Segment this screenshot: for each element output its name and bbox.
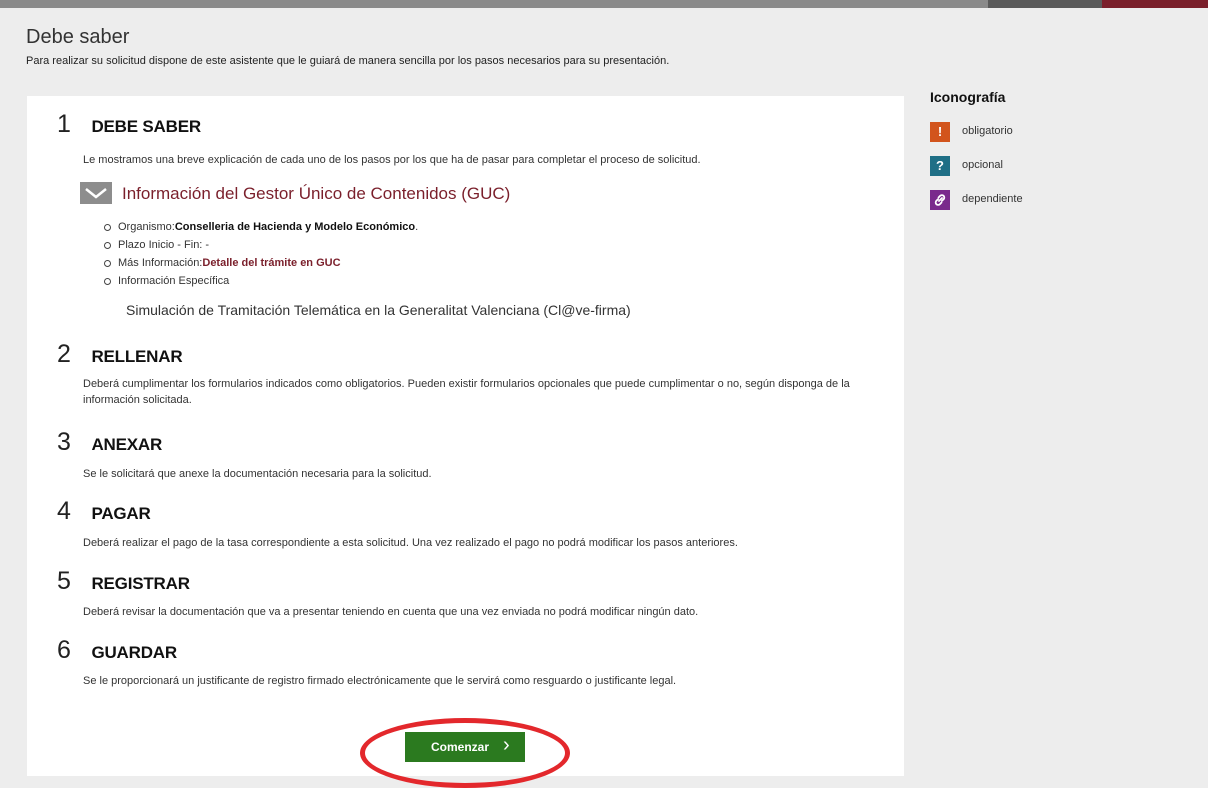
- plazo-text: Plazo Inicio - Fin: -: [118, 239, 210, 251]
- step-2: 2 RELLENAR: [57, 340, 183, 369]
- step-title: PAGAR: [91, 504, 151, 523]
- step-description: Deberá realizar el pago de la tasa corre…: [83, 537, 738, 549]
- legend-label: opcional: [962, 159, 1003, 171]
- step-number: 6: [57, 636, 71, 664]
- question-icon: ?: [930, 156, 950, 176]
- top-navigation-bar: [0, 0, 1208, 8]
- step-description: Se le solicitará que anexe la documentac…: [83, 468, 432, 480]
- legend-label: dependiente: [962, 193, 1023, 205]
- step-3: 3 ANEXAR: [57, 428, 162, 457]
- highlight-annotation: [360, 718, 570, 788]
- chevron-down-icon[interactable]: [80, 182, 112, 204]
- step-title: DEBE SABER: [91, 117, 201, 136]
- step-description: Se le proporcionará un justificante de r…: [83, 675, 677, 687]
- step-description: Deberá revisar la documentación que va a…: [83, 606, 699, 618]
- organismo-label: Organismo:: [118, 221, 175, 233]
- guc-detail-link[interactable]: Detalle del trámite en GUC: [202, 257, 340, 269]
- step-5: 5 REGISTRAR: [57, 567, 190, 596]
- iconography-title: Iconografía: [930, 89, 1006, 105]
- step-description: Le mostramos una breve explicación de ca…: [83, 154, 701, 166]
- step-title: REGISTRAR: [91, 574, 190, 593]
- page-subtitle: Para realizar su solicitud dispone de es…: [26, 55, 670, 67]
- step-number: 3: [57, 428, 71, 456]
- step-title: ANEXAR: [91, 435, 163, 454]
- top-bar-accent-segment: [1102, 0, 1208, 8]
- especifica-label: Información Específica: [118, 275, 230, 287]
- page-title: Debe saber: [26, 26, 130, 48]
- step-title: GUARDAR: [91, 643, 177, 662]
- mas-info-label: Más Información:: [118, 257, 203, 269]
- step-number: 5: [57, 567, 71, 595]
- organismo-value: Conselleria de Hacienda y Modelo Económi…: [174, 221, 416, 233]
- guc-title[interactable]: Información del Gestor Único de Contenid…: [122, 184, 510, 204]
- organismo-suffix: .: [415, 221, 419, 233]
- step-number: 1: [57, 110, 71, 138]
- legend-label: obligatorio: [962, 125, 1013, 137]
- step-description: Deberá cumplimentar los formularios indi…: [83, 378, 850, 406]
- step-number: 2: [57, 340, 71, 368]
- especifica-text: Simulación de Tramitación Telemática en …: [126, 302, 631, 318]
- step-title: RELLENAR: [91, 347, 183, 366]
- step-1: 1 DEBE SABER: [57, 110, 201, 139]
- list-item-plazo: Plazo Inicio - Fin: -: [104, 236, 418, 254]
- guc-info-list: Organismo:Conselleria de Hacienda y Mode…: [104, 218, 418, 290]
- step-6: 6 GUARDAR: [57, 636, 177, 665]
- link-icon: [930, 190, 950, 210]
- step-4: 4 PAGAR: [57, 497, 151, 526]
- step-number: 4: [57, 497, 71, 525]
- exclamation-icon: !: [930, 122, 950, 142]
- list-item-especifica: Información Específica: [104, 272, 418, 290]
- list-item-organismo: Organismo:Conselleria de Hacienda y Mode…: [104, 218, 418, 236]
- list-item-mas-info: Más Información:Detalle del trámite en G…: [104, 254, 418, 272]
- top-bar-segment: [988, 0, 1102, 8]
